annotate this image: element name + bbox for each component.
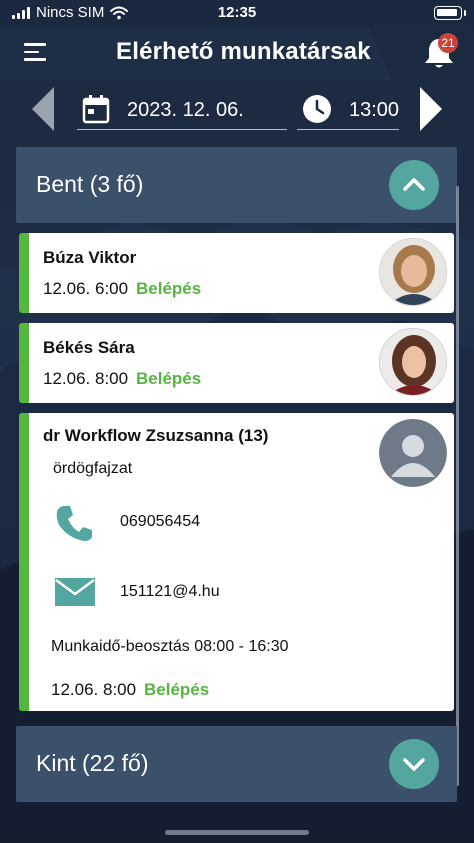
time-value: 13:00 bbox=[349, 99, 400, 121]
app-header: Elérhető munkatársak 21 bbox=[0, 26, 474, 82]
chevron-right-icon[interactable] bbox=[418, 86, 444, 132]
avatar bbox=[379, 238, 447, 306]
battery-tip bbox=[464, 10, 466, 16]
employee-timestamp: 12.06. 6:00 bbox=[43, 279, 129, 298]
employee-position: ördögfajzat bbox=[53, 460, 133, 477]
time-picker[interactable]: 13:00 bbox=[297, 90, 399, 130]
notification-badge: 21 bbox=[438, 33, 458, 53]
chevron-left-icon[interactable] bbox=[30, 86, 56, 132]
calendar-icon bbox=[82, 95, 110, 124]
collapse-button[interactable] bbox=[389, 160, 439, 210]
expand-button[interactable] bbox=[389, 739, 439, 789]
date-value: 2023. 12. 06. bbox=[127, 99, 244, 121]
section-inside-header[interactable]: Bent (3 fő) bbox=[16, 147, 457, 223]
date-picker[interactable]: 2023. 12. 06. bbox=[77, 90, 287, 130]
employee-timestamp: 12.06. 8:00 bbox=[43, 369, 129, 388]
chevron-up-icon bbox=[403, 178, 425, 191]
scrollbar[interactable] bbox=[456, 186, 459, 786]
employee-status: Belépés bbox=[136, 279, 202, 298]
employee-card[interactable]: Búza Viktor 12.06. 6:00 Belépés bbox=[19, 233, 454, 313]
clock: 12:35 bbox=[217, 4, 257, 21]
work-schedule: Munkaidő-beosztás 08:00 - 16:30 bbox=[51, 638, 289, 655]
phone-icon[interactable] bbox=[54, 503, 94, 543]
employee-card-expanded[interactable]: dr Workflow Zsuzsanna (13) ördögfajzat 0… bbox=[19, 413, 454, 711]
chevron-down-icon bbox=[403, 758, 425, 771]
avatar-placeholder bbox=[379, 419, 447, 487]
page-title: Elérhető munkatársak bbox=[116, 38, 371, 65]
employee-name: Békés Sára bbox=[43, 338, 135, 357]
status-bar: Nincs SIM 12:35 bbox=[0, 0, 474, 26]
employee-status: Belépés bbox=[136, 369, 202, 388]
email-address[interactable]: 151121@4.hu bbox=[120, 583, 220, 601]
home-indicator[interactable] bbox=[165, 830, 309, 835]
employee-name: Búza Viktor bbox=[43, 248, 137, 267]
section-outside-title: Kint (22 fő) bbox=[36, 750, 149, 776]
employee-name: dr Workflow Zsuzsanna (13) bbox=[43, 426, 269, 445]
email-icon[interactable] bbox=[54, 577, 96, 607]
hamburger-menu-icon[interactable] bbox=[24, 43, 46, 61]
battery-icon bbox=[434, 6, 462, 20]
clock-icon bbox=[303, 95, 331, 123]
employee-card[interactable]: Békés Sára 12.06. 8:00 Belépés bbox=[19, 323, 454, 403]
employee-status: Belépés bbox=[144, 680, 210, 699]
phone-number[interactable]: 069056454 bbox=[120, 513, 200, 531]
avatar bbox=[379, 328, 447, 396]
section-inside-title: Bent (3 fő) bbox=[36, 171, 144, 197]
employee-timestamp: 12.06. 8:00 bbox=[51, 680, 137, 699]
section-outside-header[interactable]: Kint (22 fő) bbox=[16, 726, 457, 802]
